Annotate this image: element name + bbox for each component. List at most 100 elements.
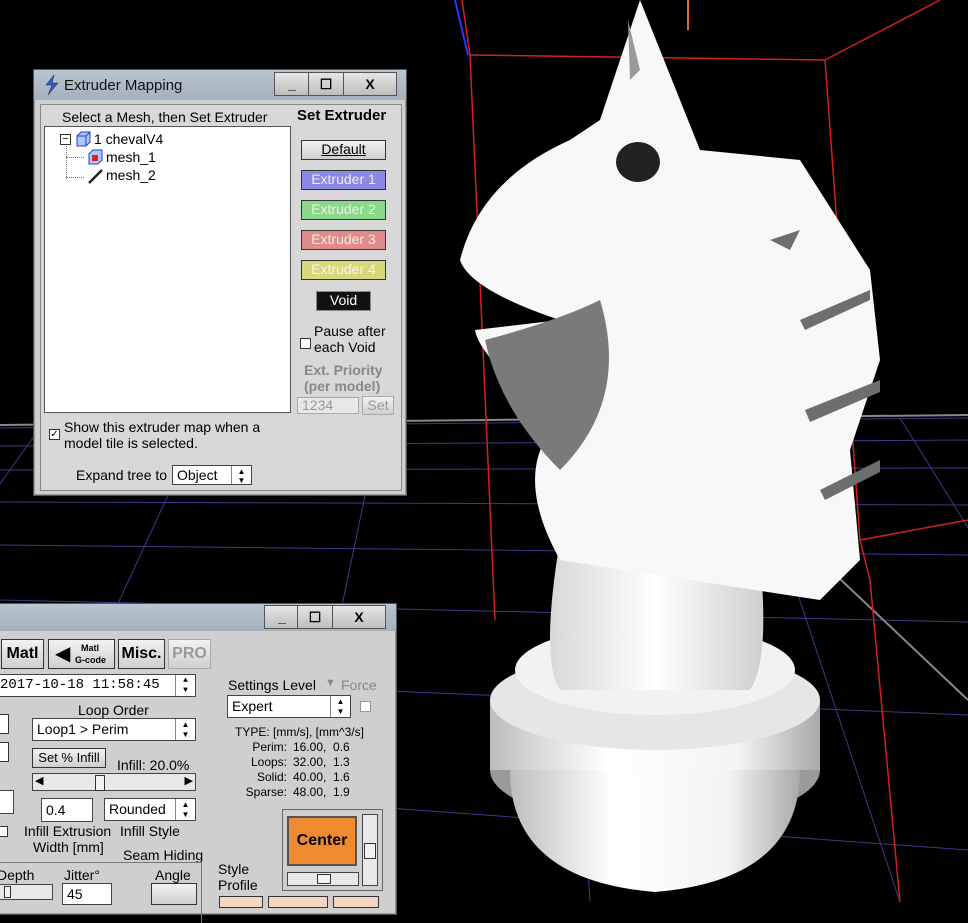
ext-priority-label: Ext. Priority xyxy=(304,362,383,378)
expand-tree-select[interactable]: Object ▲ ▼ xyxy=(172,465,252,485)
set-priority-button[interactable]: Set xyxy=(362,396,394,415)
style-profile-button-1[interactable] xyxy=(219,896,263,908)
depth-label: Depth xyxy=(0,867,35,883)
profile-date-value: 2017-10-18 11:58:45 xyxy=(0,677,160,693)
infill-width-label: Infill Extrusion xyxy=(24,823,112,839)
tree-item-mesh-1[interactable]: mesh_1 xyxy=(106,149,156,165)
left-checkbox-1[interactable] xyxy=(0,714,9,734)
process-title-bar[interactable]: _ ☐ X xyxy=(0,604,396,631)
left-checkbox-3[interactable] xyxy=(0,826,8,837)
left-input-1[interactable] xyxy=(0,790,14,814)
expand-tree-value: Object xyxy=(177,467,218,483)
mapping-body: Select a Mesh, then Set Extruder Set Ext… xyxy=(40,104,402,491)
void-button[interactable]: Void xyxy=(316,291,371,311)
cube-icon xyxy=(76,131,91,147)
updown-icon: ▲ ▼ xyxy=(231,466,251,485)
infill-slider[interactable]: ◀ ▶ xyxy=(32,773,196,791)
pause-after-void-checkbox[interactable] xyxy=(300,338,311,349)
ext-priority-input[interactable]: 1234 xyxy=(297,397,359,414)
extruder-2-button[interactable]: Extruder 2 xyxy=(301,200,386,220)
center-vertical-slider[interactable] xyxy=(362,814,378,886)
center-horizontal-slider[interactable] xyxy=(287,872,359,886)
set-infill-button[interactable]: Set % Infill xyxy=(32,748,106,768)
app-icon xyxy=(45,75,59,95)
depth-slider[interactable] xyxy=(0,884,53,900)
tab-matl-gcode[interactable]: ◀ Matl G-code xyxy=(48,639,115,669)
extruder-mapping-window: Extruder Mapping _ ☐ X Select a Mesh, th… xyxy=(33,69,407,496)
process-close-button[interactable]: X xyxy=(332,605,386,629)
tab-matl-gcode-top: Matl xyxy=(81,643,99,653)
show-map-label-2: model tile is selected. xyxy=(64,435,198,451)
speed-name: Sparse: xyxy=(245,785,287,799)
seam-hiding-label: Seam Hiding xyxy=(123,847,204,863)
loop-order-label: Loop Order xyxy=(78,702,149,718)
slider-left-arrow-icon[interactable]: ◀ xyxy=(35,774,43,787)
pencil-icon xyxy=(88,169,103,184)
speed-row-sparse: Sparse: 48.00, 1.9 xyxy=(235,785,375,800)
center-button[interactable]: Center xyxy=(287,816,357,866)
speed-name: Perim: xyxy=(252,740,287,754)
style-profile-button-2[interactable] xyxy=(268,896,328,908)
tab-matl[interactable]: Matl xyxy=(1,639,44,669)
style-profile-button-3[interactable] xyxy=(333,896,379,908)
expand-tree-label: Expand tree to xyxy=(76,467,168,483)
extruder-4-button[interactable]: Extruder 4 xyxy=(301,260,386,280)
process-minimize-button[interactable]: _ xyxy=(264,605,300,629)
maximize-button[interactable]: ☐ xyxy=(308,72,344,96)
depth-slider-thumb[interactable] xyxy=(4,886,11,898)
mesh-cube-icon xyxy=(88,149,103,165)
speed-values: 48.00, 1.9 xyxy=(293,785,350,799)
extruder-1-button[interactable]: Extruder 1 xyxy=(301,170,386,190)
infill-width-label-2: Width [mm] xyxy=(33,839,104,855)
updown-icon: ▲ ▼ xyxy=(330,696,350,717)
triangle-down-icon: ▼ xyxy=(325,677,336,689)
infill-style-label: Infill Style xyxy=(120,823,180,839)
tree-line-h2 xyxy=(66,177,84,178)
process-maximize-button[interactable]: ☐ xyxy=(297,605,333,629)
angle-label: Angle xyxy=(155,867,191,883)
tree-line-h1 xyxy=(66,157,84,158)
title-bar[interactable]: Extruder Mapping _ ☐ X xyxy=(34,70,406,100)
speed-name: Loops: xyxy=(250,755,287,769)
speed-row-loops: Loops: 32.00, 1.3 xyxy=(235,755,375,770)
tab-matl-gcode-bottom: G-code xyxy=(75,655,107,665)
set-extruder-heading: Set Extruder xyxy=(297,107,387,124)
center-vertical-thumb[interactable] xyxy=(364,843,376,859)
close-button[interactable]: X xyxy=(343,72,397,96)
window-title: Extruder Mapping xyxy=(64,77,183,94)
triangle-left-icon: ◀ xyxy=(55,643,71,665)
infill-style-select[interactable]: Rounded ▲ ▼ xyxy=(104,798,196,821)
tree-root-label[interactable]: 1 chevalV4 xyxy=(94,131,163,147)
minimize-button[interactable]: _ xyxy=(274,72,310,96)
force-checkbox[interactable] xyxy=(360,701,371,712)
force-label: Force xyxy=(341,677,377,693)
infill-width-input[interactable]: 0.4 xyxy=(41,798,93,822)
slider-right-arrow-icon[interactable]: ▶ xyxy=(185,774,193,787)
infill-slider-thumb[interactable] xyxy=(95,775,105,791)
loop-order-select[interactable]: Loop1 > Perim ▲ ▼ xyxy=(32,718,196,741)
tree-collapse-toggle[interactable]: − xyxy=(60,134,71,145)
center-horizontal-thumb[interactable] xyxy=(317,874,331,884)
select-mesh-prompt: Select a Mesh, then Set Extruder xyxy=(62,109,268,125)
extruder-3-button[interactable]: Extruder 3 xyxy=(301,230,386,250)
default-button[interactable]: Default xyxy=(301,140,386,160)
jitter-label: Jitter° xyxy=(64,867,100,883)
speed-values: 16.00, 0.6 xyxy=(293,740,350,754)
speed-values: 32.00, 1.3 xyxy=(293,755,350,769)
updown-icon: ▲ ▼ xyxy=(175,719,195,740)
tab-pro[interactable]: PRO xyxy=(168,639,211,669)
infill-style-value: Rounded xyxy=(109,801,166,817)
profile-date-select[interactable]: 2017-10-18 11:58:45 ▲ ▼ xyxy=(0,674,196,697)
mesh-tree[interactable]: − 1 chevalV4 mesh_1 mesh_2 xyxy=(44,126,291,413)
tree-item-mesh-2[interactable]: mesh_2 xyxy=(106,167,156,183)
type-header: TYPE: [mm/s], [mm^3/s] xyxy=(235,725,364,739)
show-map-checkbox[interactable]: ✓ xyxy=(49,429,60,440)
settings-level-value: Expert xyxy=(232,698,273,714)
style-profile-label: Style xyxy=(218,861,250,877)
settings-level-select[interactable]: Expert ▲ ▼ xyxy=(227,695,351,718)
infill-percent-label: Infill: 20.0% xyxy=(117,757,190,773)
tab-misc[interactable]: Misc. xyxy=(118,639,165,669)
speed-name: Solid: xyxy=(256,770,287,784)
center-group: Center xyxy=(282,809,383,891)
left-checkbox-2[interactable] xyxy=(0,742,9,762)
